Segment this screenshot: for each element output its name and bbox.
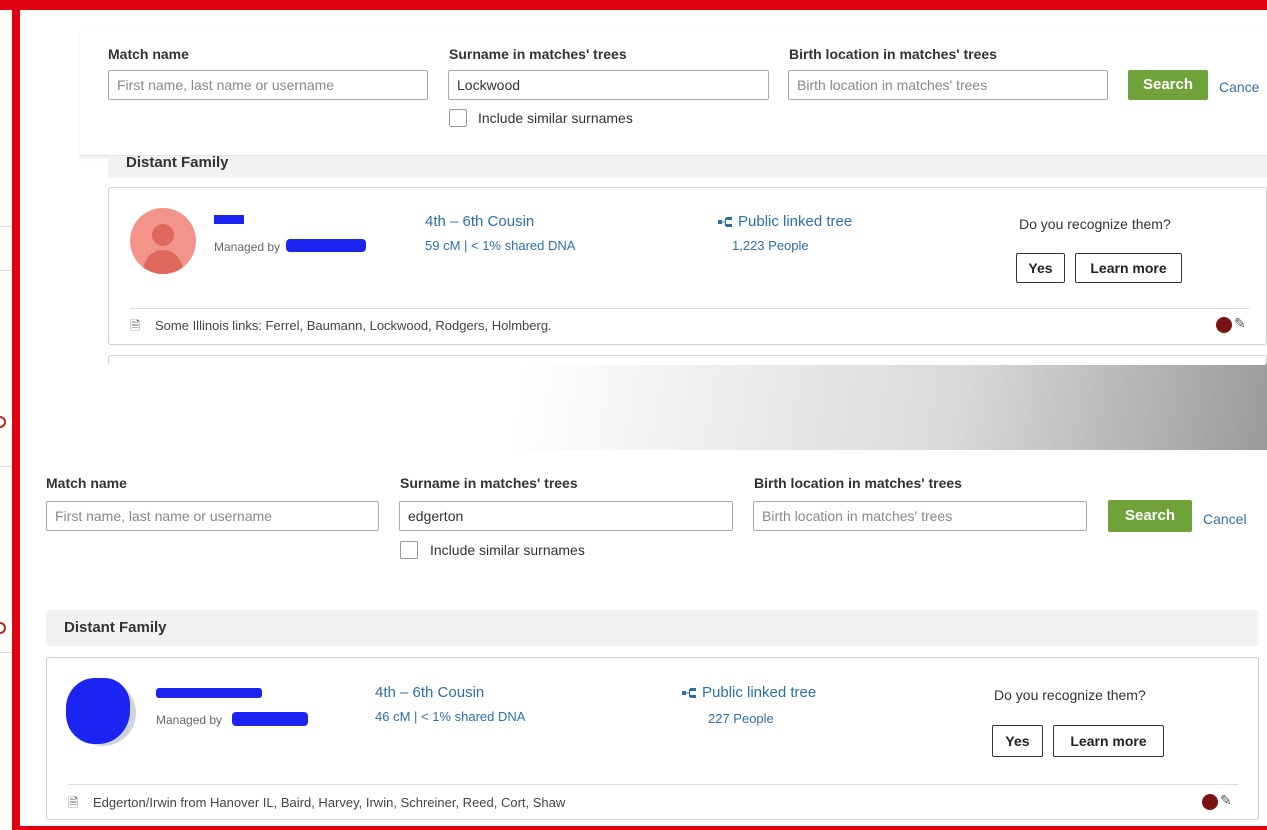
shared-dna-link[interactable]: 59 cM | < 1% shared DNA <box>425 238 575 253</box>
background-divider <box>0 270 12 271</box>
birth-location-label: Birth location in matches' trees <box>789 46 997 62</box>
highlight-frame-top <box>0 0 1267 10</box>
pencil-icon[interactable]: ✎ <box>1220 792 1232 809</box>
background-divider <box>0 466 12 467</box>
background-strip <box>0 0 12 830</box>
yes-button[interactable]: Yes <box>992 725 1043 757</box>
search-button[interactable]: Search <box>1108 500 1192 532</box>
include-similar-checkbox[interactable] <box>449 109 467 127</box>
avatar[interactable] <box>130 208 196 274</box>
match-name-label: Match name <box>108 46 189 62</box>
public-linked-tree-link[interactable]: Public linked tree <box>682 684 816 701</box>
match-name-label: Match name <box>46 475 127 491</box>
managed-by-label: Managed by <box>214 240 281 254</box>
public-linked-tree-link[interactable]: Public linked tree <box>718 213 852 230</box>
highlight-frame-bottom <box>12 826 1267 830</box>
redacted-match-name <box>156 688 262 698</box>
pencil-icon[interactable]: ✎ <box>1234 315 1246 332</box>
tree-label: Public linked tree <box>738 213 853 230</box>
include-similar-label: Include similar surnames <box>430 542 585 558</box>
redacted-manager-name <box>232 712 308 726</box>
match-note[interactable]: Some Illinois links: Ferrel, Baumann, Lo… <box>155 318 552 333</box>
match-name-input[interactable]: First name, last name or username <box>46 501 379 531</box>
learn-more-button[interactable]: Learn more <box>1053 725 1164 757</box>
managed-by-label: Managed by <box>156 713 223 727</box>
tree-label: Public linked tree <box>702 684 817 701</box>
fade-overlay <box>20 360 1267 450</box>
surname-label: Surname in matches' trees <box>449 46 627 62</box>
match-name-input[interactable]: First name, last name or username <box>108 70 428 100</box>
search-button[interactable]: Search <box>1128 70 1208 100</box>
avatar-placeholder-icon <box>142 224 184 274</box>
next-match-card-edge <box>108 355 1267 365</box>
group-dot-icon[interactable] <box>1202 794 1218 810</box>
birth-location-label: Birth location in matches' trees <box>754 475 962 491</box>
highlight-frame-left <box>12 0 20 830</box>
birth-location-input[interactable]: Birth location in matches' trees <box>788 70 1108 100</box>
include-similar-label: Include similar surnames <box>478 110 633 126</box>
note-icon: 🗎 <box>68 795 79 810</box>
card-divider <box>130 308 1250 309</box>
recognize-prompt: Do you recognize them? <box>994 687 1146 703</box>
learn-more-button[interactable]: Learn more <box>1075 253 1182 283</box>
redacted-manager-name <box>286 239 366 252</box>
cancel-link[interactable]: Cancel <box>1203 511 1247 527</box>
surname-input[interactable]: edgerton <box>399 501 733 531</box>
yes-button[interactable]: Yes <box>1016 253 1065 283</box>
tree-icon <box>682 688 696 699</box>
cancel-link[interactable]: Cance <box>1219 79 1259 95</box>
section-title-distant-family: Distant Family <box>108 156 1267 178</box>
note-icon: 🗎 <box>130 318 141 333</box>
shared-dna-link[interactable]: 46 cM | < 1% shared DNA <box>375 709 525 724</box>
redacted-avatar <box>66 678 130 744</box>
relationship-link[interactable]: 4th – 6th Cousin <box>375 684 484 701</box>
redacted-match-name <box>214 215 244 224</box>
background-divider <box>0 652 12 653</box>
section-title-distant-family: Distant Family <box>46 610 1259 646</box>
tree-icon <box>718 217 732 228</box>
include-similar-checkbox[interactable] <box>400 541 418 559</box>
relationship-link[interactable]: 4th – 6th Cousin <box>425 213 534 230</box>
match-note[interactable]: Edgerton/Irwin from Hanover IL, Baird, H… <box>93 795 565 810</box>
background-divider <box>0 226 12 227</box>
birth-location-input[interactable]: Birth location in matches' trees <box>753 501 1087 531</box>
card-divider <box>68 784 1238 785</box>
recognize-prompt: Do you recognize them? <box>1019 216 1171 232</box>
tree-people-count[interactable]: 1,223 People <box>732 238 809 253</box>
tree-people-count[interactable]: 227 People <box>708 711 774 726</box>
group-dot-icon[interactable] <box>1216 317 1232 333</box>
surname-label: Surname in matches' trees <box>400 475 578 491</box>
surname-input[interactable]: Lockwood <box>448 70 769 100</box>
